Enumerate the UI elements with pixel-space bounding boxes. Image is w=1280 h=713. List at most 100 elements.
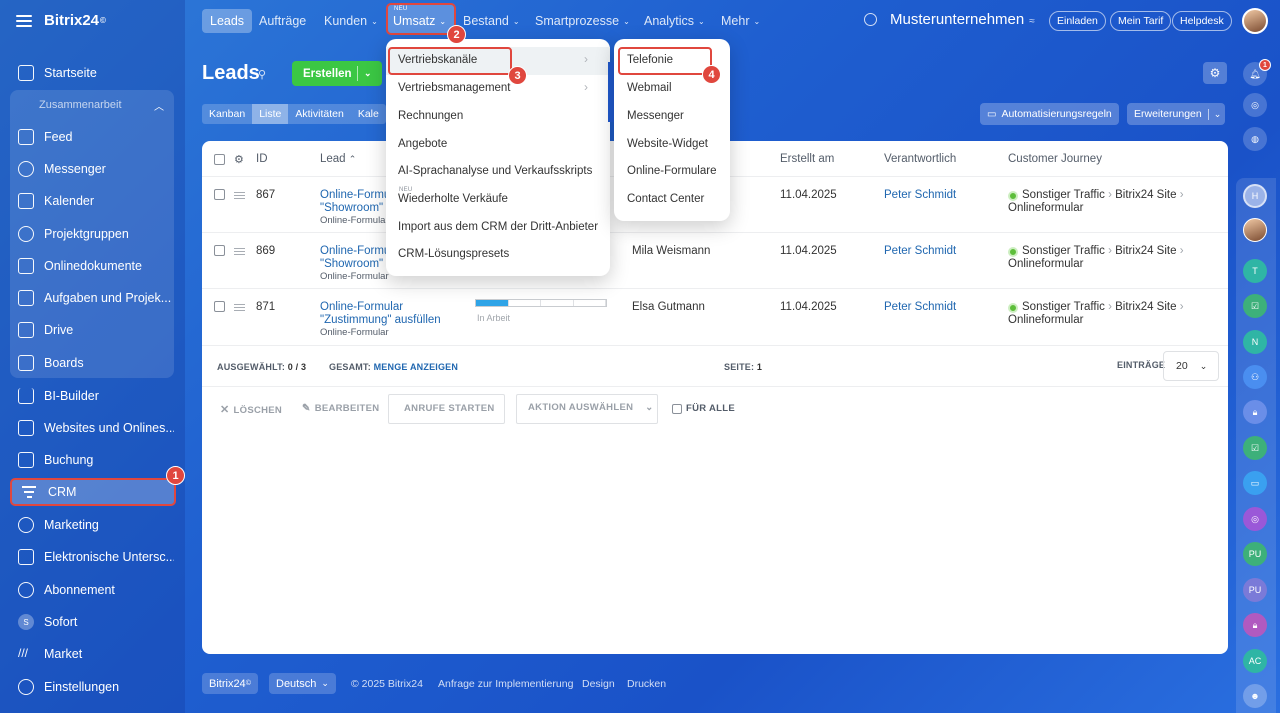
- progress-segment[interactable]: [541, 300, 574, 306]
- users-icon[interactable]: ☻: [1243, 684, 1267, 708]
- task-chat-icon[interactable]: ☑: [1243, 294, 1267, 318]
- sidebar-item-marketing[interactable]: Marketing: [8, 510, 174, 540]
- sidebar-item-sofort[interactable]: S Sofort: [8, 607, 174, 637]
- app-logo[interactable]: Bitrix24: [44, 12, 99, 29]
- menu-item-crm-loesungspresets[interactable]: CRM-Lösungspresets: [398, 248, 509, 260]
- responsible-link[interactable]: Peter Schmidt: [884, 301, 956, 313]
- copilot-chat-icon[interactable]: ◎: [1243, 507, 1267, 531]
- chat-avatar[interactable]: PU: [1243, 578, 1267, 602]
- menu-item-telefonie[interactable]: Telefonie: [627, 54, 673, 66]
- tab-kunden[interactable]: Kunden ⌄: [324, 9, 378, 33]
- sidebar-item-esignature[interactable]: Elektronische Untersc...: [8, 542, 174, 572]
- sidebar-item-projektgruppen[interactable]: Projektgruppen: [8, 219, 174, 249]
- menu-item-website-widget[interactable]: Website-Widget: [627, 138, 708, 150]
- sidebar-item-onlinedokumente[interactable]: Onlinedokumente: [8, 251, 174, 281]
- sidebar-item-feed[interactable]: Feed: [8, 122, 174, 152]
- language-select[interactable]: Deutsch ⌄: [269, 673, 336, 694]
- lead-title-link-line2[interactable]: "Zustimmung" ausfüllen: [320, 314, 441, 326]
- column-header-created[interactable]: Erstellt am: [780, 153, 834, 165]
- sidebar-item-websites[interactable]: Websites und Onlines...: [8, 413, 174, 443]
- my-plan-button[interactable]: Mein Tarif: [1110, 11, 1172, 31]
- tab-leads[interactable]: Leads: [202, 9, 253, 33]
- view-tab-aktivitaeten[interactable]: Aktivitäten: [288, 104, 350, 124]
- row-checkbox[interactable]: [214, 189, 225, 200]
- tab-analytics[interactable]: Analytics ⌄: [644, 9, 705, 33]
- sidebar-item-startseite[interactable]: Startseite: [8, 58, 174, 88]
- extensions-button[interactable]: Erweiterungen ⌄: [1127, 103, 1226, 125]
- lead-title-link-line2[interactable]: "Showroom": [320, 202, 383, 214]
- chat-icon[interactable]: ◍: [1243, 127, 1267, 151]
- sidebar-item-einstellungen[interactable]: Einstellungen: [8, 672, 174, 702]
- sidebar-item-boards[interactable]: Boards: [8, 348, 174, 378]
- pin-icon[interactable]: ⚲: [258, 68, 266, 81]
- menu-item-import-crm[interactable]: Import aus dem CRM der Dritt-Anbieter: [398, 221, 598, 233]
- column-header-responsible[interactable]: Verantwortlich: [884, 153, 956, 165]
- column-header-lead[interactable]: Lead ⌃: [320, 153, 356, 165]
- lead-title-link-line2[interactable]: "Showroom": [320, 258, 383, 270]
- print-link[interactable]: Drucken: [627, 678, 666, 690]
- sidebar-item-market[interactable]: /// Market: [8, 639, 174, 669]
- chat-avatar[interactable]: PU: [1243, 542, 1267, 566]
- invite-button[interactable]: Einladen: [1049, 11, 1106, 31]
- drag-handle-icon[interactable]: [234, 304, 245, 311]
- view-tab-kanban[interactable]: Kanban: [202, 104, 252, 124]
- lead-title-link[interactable]: Online-Formul: [320, 189, 393, 201]
- progress-segment[interactable]: [509, 300, 541, 306]
- row-checkbox[interactable]: [214, 245, 225, 256]
- create-button[interactable]: Erstellen ⌄: [292, 61, 382, 86]
- sidebar-item-bi-builder[interactable]: BI-Builder: [8, 381, 174, 411]
- tab-smartprozesse[interactable]: Smartprozesse ⌄: [535, 9, 630, 33]
- lead-title-link[interactable]: Online-Formular: [320, 301, 403, 313]
- row-checkbox[interactable]: [214, 301, 225, 312]
- menu-item-vertriebsmanagement[interactable]: Vertriebsmanagement: [398, 82, 511, 94]
- bitrix-logo-button[interactable]: Bitrix24 ©: [202, 673, 258, 694]
- menu-item-webmail[interactable]: Webmail: [627, 82, 672, 94]
- sidebar-item-drive[interactable]: Drive: [8, 315, 174, 345]
- show-total-link[interactable]: MENGE ANZEIGEN: [374, 362, 458, 372]
- responsible-link[interactable]: Peter Schmidt: [884, 189, 956, 201]
- settings-icon[interactable]: ⚙: [234, 153, 244, 166]
- responsible-link[interactable]: Peter Schmidt: [884, 245, 956, 257]
- helpdesk-button[interactable]: Helpdesk: [1172, 11, 1232, 31]
- design-link[interactable]: Design: [582, 678, 615, 690]
- entries-select[interactable]: 20 ⌄: [1163, 351, 1219, 381]
- select-all-checkbox[interactable]: [214, 154, 225, 165]
- view-tab-liste[interactable]: Liste: [252, 104, 289, 124]
- sidebar-item-kalender[interactable]: Kalender: [8, 186, 174, 216]
- sidebar-group-header[interactable]: Zusammenarbeit ︿: [10, 90, 174, 120]
- progress-segment[interactable]: [476, 300, 509, 306]
- lock-icon[interactable]: 🔒︎: [1243, 400, 1267, 424]
- menu-item-messenger[interactable]: Messenger: [627, 110, 684, 122]
- edit-button[interactable]: ✎ BEARBEITEN: [302, 403, 379, 414]
- status-progress-bar[interactable]: [475, 299, 607, 307]
- sidebar-item-crm[interactable]: CRM: [10, 478, 176, 506]
- sidebar-item-buchung[interactable]: Buchung: [8, 445, 174, 475]
- implementation-request-link[interactable]: Anfrage zur Implementierung: [438, 678, 573, 690]
- group-chat-icon[interactable]: ⚇: [1243, 365, 1267, 389]
- tab-bestand[interactable]: Bestand ⌄: [463, 9, 520, 33]
- menu-item-online-formulare[interactable]: Online-Formulare: [627, 165, 716, 177]
- lead-title-link[interactable]: Online-Formu: [320, 245, 390, 257]
- menu-item-vertriebskanaele[interactable]: Vertriebskanäle: [398, 54, 477, 66]
- menu-item-ai-sprachanalyse[interactable]: AI-Sprachanalyse und Verkaufsskripts: [398, 165, 592, 177]
- menu-item-contact-center[interactable]: Contact Center: [627, 193, 704, 205]
- chat-avatar-photo[interactable]: [1243, 218, 1267, 242]
- chat-avatar[interactable]: H: [1243, 184, 1267, 208]
- drag-handle-icon[interactable]: [234, 248, 245, 255]
- chevron-down-icon[interactable]: ⌄: [364, 68, 372, 79]
- chat-avatar[interactable]: T: [1243, 259, 1267, 283]
- sidebar-item-messenger[interactable]: Messenger: [8, 154, 174, 184]
- automation-rules-button[interactable]: ▭ Automatisierungsregeln: [980, 103, 1119, 125]
- copilot-icon[interactable]: ◎: [1243, 93, 1267, 117]
- gear-icon[interactable]: ⚙: [1203, 62, 1227, 84]
- search-icon[interactable]: [864, 13, 877, 26]
- tab-umsatz[interactable]: Umsatz ⌄: [393, 9, 446, 33]
- column-header-id[interactable]: ID: [256, 153, 268, 165]
- menu-item-rechnungen[interactable]: Rechnungen: [398, 110, 463, 122]
- delete-button[interactable]: ✕ LÖSCHEN: [220, 403, 282, 416]
- message-icon[interactable]: ▭: [1243, 471, 1267, 495]
- chat-avatar[interactable]: AC: [1243, 649, 1267, 673]
- column-header-journey[interactable]: Customer Journey: [1008, 153, 1102, 165]
- lock-icon[interactable]: 🔒︎: [1243, 613, 1267, 637]
- menu-burger-icon[interactable]: [16, 14, 32, 27]
